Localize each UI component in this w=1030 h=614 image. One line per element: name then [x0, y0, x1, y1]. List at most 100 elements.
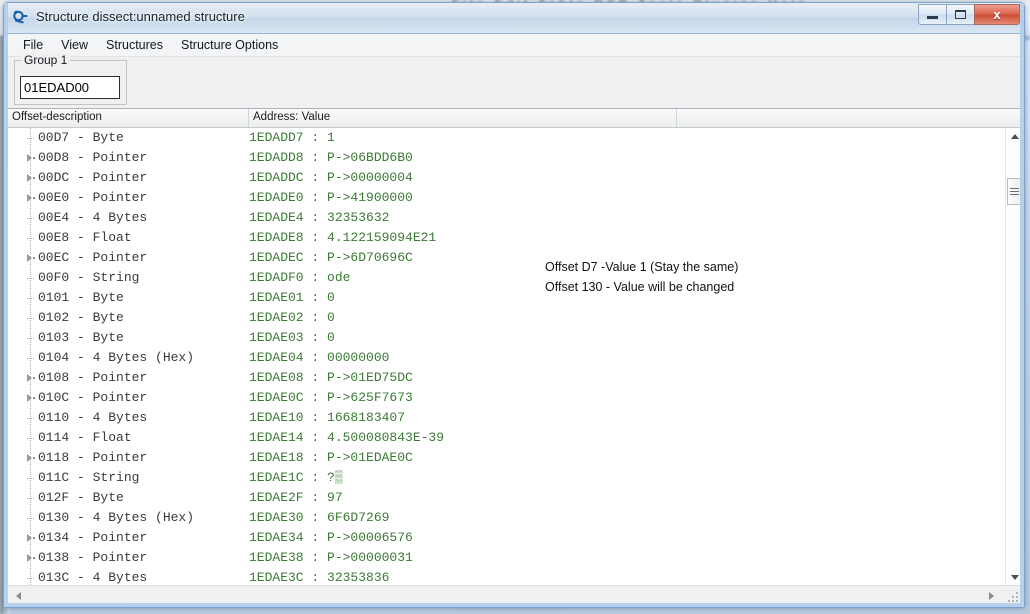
row-address-value: 1EDADE4 : 32353632: [249, 210, 389, 225]
expand-triangle-icon[interactable]: [27, 394, 32, 402]
column-header-extra[interactable]: [677, 109, 1022, 127]
menu-structure-options[interactable]: Structure Options: [172, 36, 287, 54]
maximize-icon: [955, 10, 966, 19]
row-address-value: 1EDAE04 : 00000000: [249, 350, 389, 365]
row-address-value: 1EDADEC : P->6D70696C: [249, 250, 413, 265]
scroll-right-button[interactable]: [983, 586, 1000, 605]
tree-connector: [33, 397, 35, 399]
horizontal-scrollbar[interactable]: [8, 585, 1022, 605]
tree-guide-line: [30, 568, 31, 586]
menu-structures[interactable]: Structures: [97, 36, 172, 54]
chevron-up-icon: [1011, 134, 1019, 139]
row-offset-description: 0108 - Pointer: [38, 370, 147, 385]
chevron-left-icon: [16, 592, 21, 600]
table-row[interactable]: 00DC - Pointer1EDADDC : P->00000004: [8, 168, 1004, 188]
table-row[interactable]: 00D8 - Pointer1EDADD8 : P->06BDD6B0: [8, 148, 1004, 168]
row-address-value: 1EDAE1C : ?▒: [249, 470, 343, 485]
tree-leaf-connector: [27, 298, 35, 299]
group-1-box: Group 1: [14, 60, 127, 105]
row-address-value: 1EDADD7 : 1: [249, 130, 335, 145]
expand-triangle-icon[interactable]: [27, 534, 32, 542]
close-button[interactable]: x: [974, 4, 1020, 25]
scroll-left-button[interactable]: [10, 586, 27, 605]
table-row[interactable]: 0114 - Float 1EDAE14 : 4.500080843E-39: [8, 428, 1004, 448]
row-offset-description: 00E0 - Pointer: [38, 190, 147, 205]
row-offset-description: 0103 - Byte: [38, 330, 124, 345]
expand-triangle-icon[interactable]: [27, 194, 32, 202]
row-offset-description: 0110 - 4 Bytes: [38, 410, 147, 425]
title-bar[interactable]: Structure dissect:unnamed structure x: [4, 3, 1024, 34]
scroll-down-button[interactable]: [1006, 569, 1023, 586]
annotation-text: Offset D7 -Value 1 (Stay the same) Offse…: [545, 257, 738, 297]
table-row[interactable]: 0103 - Byte1EDAE03 : 0: [8, 328, 1004, 348]
expand-triangle-icon[interactable]: [27, 554, 32, 562]
maximize-button[interactable]: [946, 4, 975, 25]
row-address-value: 1EDAE18 : P->01EDAE0C: [249, 450, 413, 465]
row-offset-description: 00D7 - Byte: [38, 130, 124, 145]
expand-triangle-icon[interactable]: [27, 374, 32, 382]
table-row[interactable]: 00E8 - Float1EDADE8 : 4.122159094E21: [8, 228, 1004, 248]
expand-triangle-icon[interactable]: [27, 254, 32, 262]
table-row[interactable]: 0130 - 4 Bytes (Hex) 1EDAE30 : 6F6D7269: [8, 508, 1004, 528]
annotation-line-2: Offset 130 - Value will be changed: [545, 277, 738, 297]
minimize-button[interactable]: [918, 4, 947, 25]
column-header-address-value[interactable]: Address: Value: [249, 109, 677, 127]
table-row[interactable]: 00E0 - Pointer 1EDADE0 : P->41900000: [8, 188, 1004, 208]
chevron-down-icon: [1011, 575, 1019, 580]
row-offset-description: 010C - Pointer: [38, 390, 147, 405]
annotation-line-1: Offset D7 -Value 1 (Stay the same): [545, 257, 738, 277]
row-address-value: 1EDAE01 : 0: [249, 290, 335, 305]
table-row[interactable]: 00F0 - String1EDADF0 : ode: [8, 268, 1004, 288]
row-address-value: 1EDAE3C : 32353836: [249, 570, 389, 585]
table-row[interactable]: 00EC - Pointer1EDADEC : P->6D70696C: [8, 248, 1004, 268]
menu-view[interactable]: View: [52, 36, 97, 54]
table-row[interactable]: 00E4 - 4 Bytes 1EDADE4 : 32353632: [8, 208, 1004, 228]
row-address-value: 1EDAE14 : 4.500080843E-39: [249, 430, 444, 445]
list-header: Offset-description Address: Value: [8, 109, 1022, 128]
expand-triangle-icon[interactable]: [27, 174, 32, 182]
table-row[interactable]: 0118 - Pointer1EDAE18 : P->01EDAE0C: [8, 448, 1004, 468]
table-row[interactable]: 0101 - Byte1EDAE01 : 0: [8, 288, 1004, 308]
tree-leaf-connector: [27, 318, 35, 319]
table-row[interactable]: 0134 - Pointer1EDAE34 : P->00006576: [8, 528, 1004, 548]
row-offset-description: 011C - String: [38, 470, 139, 485]
tree-leaf-connector: [27, 138, 35, 139]
table-row[interactable]: 010C - Pointer1EDAE0C : P->625F7673: [8, 388, 1004, 408]
structure-list: Offset-description Address: Value 00D7 -…: [8, 108, 1022, 605]
table-row[interactable]: 0110 - 4 Bytes1EDAE10 : 1668183407: [8, 408, 1004, 428]
table-row[interactable]: 012F - Byte 1EDAE2F : 97: [8, 488, 1004, 508]
scroll-up-button[interactable]: [1006, 128, 1023, 145]
row-offset-description: 0130 - 4 Bytes (Hex): [38, 510, 194, 525]
row-offset-description: 0104 - 4 Bytes (Hex): [38, 350, 194, 365]
tree-leaf-connector: [27, 238, 35, 239]
row-address-value: 1EDAE2F : 97: [249, 490, 343, 505]
group-address-input[interactable]: [20, 76, 120, 99]
resize-grip-icon[interactable]: [1007, 591, 1019, 603]
table-row[interactable]: 00D7 - Byte 1EDADD7 : 1: [8, 128, 1004, 148]
row-address-value: 1EDAE38 : P->00000031: [249, 550, 413, 565]
expand-triangle-icon[interactable]: [27, 454, 32, 462]
row-address-value: 1EDAE30 : 6F6D7269: [249, 510, 389, 525]
group-toolbar-area: Group 1: [4, 57, 1024, 110]
row-offset-description: 0114 - Float: [38, 430, 132, 445]
table-row[interactable]: 0104 - 4 Bytes (Hex) 1EDAE04 : 00000000: [8, 348, 1004, 368]
vertical-scrollbar[interactable]: [1005, 128, 1022, 586]
row-address-value: 1EDAE08 : P->01ED75DC: [249, 370, 413, 385]
tree-leaf-connector: [27, 418, 35, 419]
vertical-scroll-thumb[interactable]: [1007, 178, 1022, 205]
table-row[interactable]: 0108 - Pointer 1EDAE08 : P->01ED75DC: [8, 368, 1004, 388]
table-row[interactable]: 0102 - Byte1EDAE02 : 0: [8, 308, 1004, 328]
row-offset-description: 012F - Byte: [38, 490, 124, 505]
menu-file[interactable]: File: [14, 36, 52, 54]
table-row[interactable]: 011C - String 1EDAE1C : ?▒: [8, 468, 1004, 488]
row-address-value: 1EDADE0 : P->41900000: [249, 190, 413, 205]
row-offset-description: 00E4 - 4 Bytes: [38, 210, 147, 225]
table-row[interactable]: 0138 - Pointer1EDAE38 : P->00000031: [8, 548, 1004, 568]
structure-rows: 00D7 - Byte1EDADD7 : 100D8 - Pointer1EDA…: [8, 128, 1004, 586]
tree-connector: [33, 257, 35, 259]
expand-triangle-icon[interactable]: [27, 154, 32, 162]
column-header-offset-description[interactable]: Offset-description: [8, 109, 249, 127]
row-offset-description: 00D8 - Pointer: [38, 150, 147, 165]
window-controls: x: [919, 4, 1020, 25]
table-row[interactable]: 013C - 4 Bytes1EDAE3C : 32353836: [8, 568, 1004, 586]
